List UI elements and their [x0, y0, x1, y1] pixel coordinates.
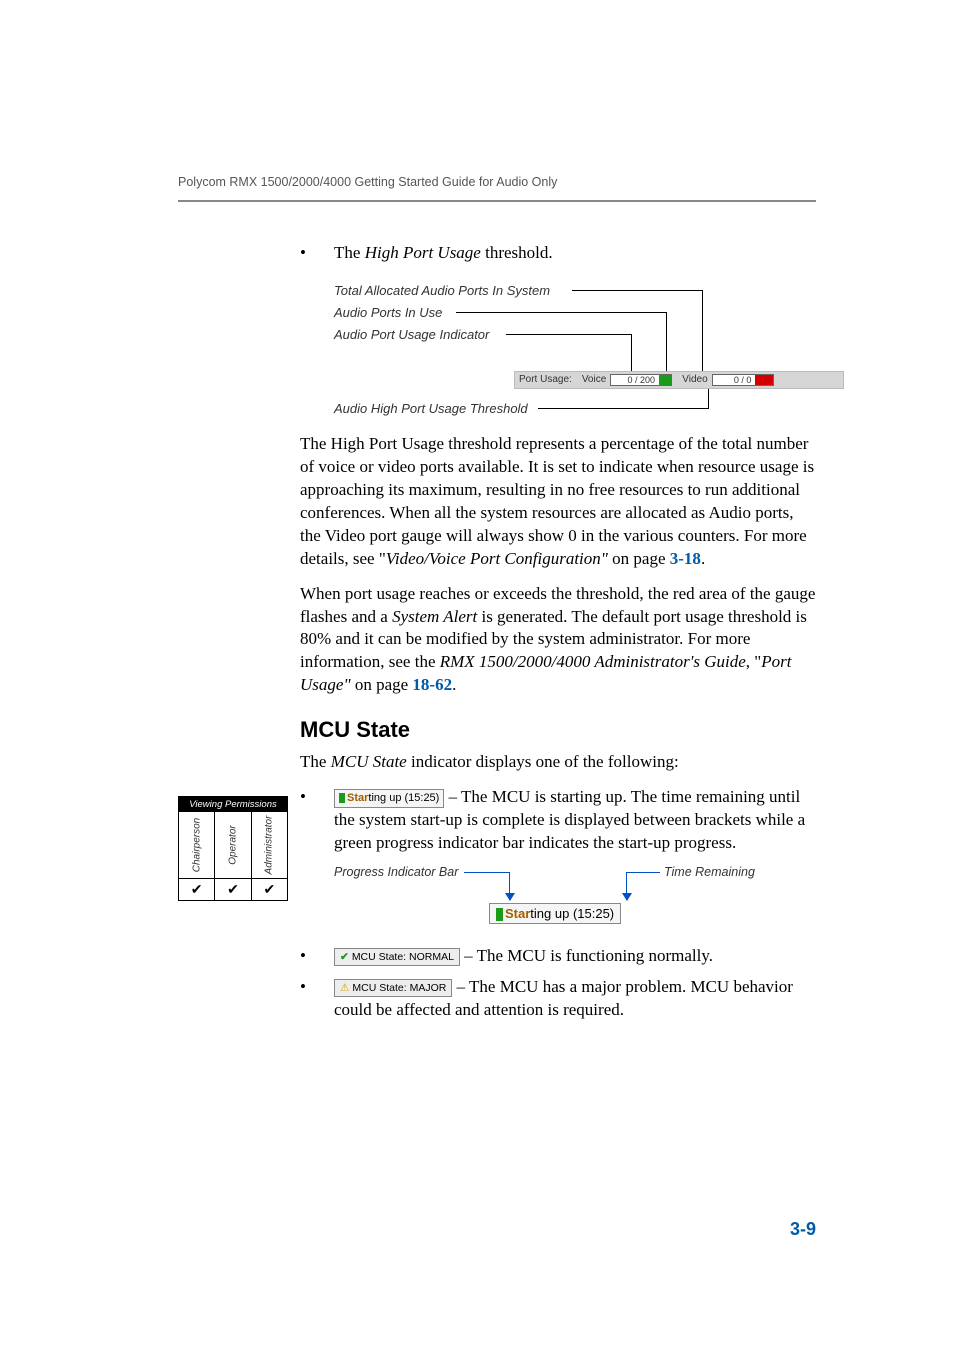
starting-up-badge: Starting up (15:25)	[334, 789, 444, 808]
arrow-icon	[509, 872, 510, 900]
text: ting up (15:25)	[530, 906, 614, 921]
voice-gauge-value: 0 / 200	[628, 375, 656, 385]
bullet-body: ✔MCU State: NORMAL – The MCU is function…	[334, 945, 816, 968]
text-italic: System Alert	[392, 607, 477, 626]
check-icon: ✔	[340, 951, 349, 963]
paragraph-threshold-desc: When port usage reaches or exceeds the t…	[300, 583, 816, 698]
progress-swatch-icon	[339, 793, 345, 803]
bullet-dot: •	[300, 242, 334, 265]
col-label: Operator	[227, 825, 238, 864]
leader-line	[666, 312, 667, 372]
video-gauge-fill	[755, 375, 773, 385]
leader-line	[538, 408, 708, 409]
label-usage-indicator: Audio Port Usage Indicator	[334, 327, 489, 342]
bullet-high-port-usage: • The High Port Usage threshold.	[300, 242, 816, 265]
mcu-intro: The MCU State indicator displays one of …	[300, 751, 816, 774]
viewing-permissions-table: Viewing Permissions Chairperson Operator…	[178, 796, 288, 901]
label-ports-in-use: Audio Ports In Use	[334, 305, 442, 320]
col-label: Chairperson	[191, 818, 202, 872]
xref-link[interactable]: 18-62	[412, 675, 452, 694]
perm-table-cols: Chairperson Operator Administrator	[179, 812, 287, 878]
perm-table-checks: ✔ ✔ ✔	[179, 878, 287, 900]
text-italic: Video/Voice Port Configuration"	[386, 549, 608, 568]
bullet-normal: • ✔MCU State: NORMAL – The MCU is functi…	[300, 945, 816, 968]
arrow-icon	[626, 872, 627, 900]
bullet-dot: •	[300, 976, 334, 1022]
text-italic: High Port Usage	[365, 243, 481, 262]
voice-gauge-fill	[659, 375, 671, 385]
leader-line	[456, 312, 666, 313]
perm-check: ✔	[179, 879, 215, 900]
progress-swatch-icon	[496, 908, 503, 921]
text: on page	[351, 675, 413, 694]
leader-line	[464, 872, 509, 873]
bullet-text: The High Port Usage threshold.	[334, 242, 553, 265]
starting-up-badge-large: Starting up (15:25)	[489, 903, 621, 924]
leader-line	[626, 872, 660, 873]
text-italic: RMX 1500/2000/4000 Administrator's Guide	[440, 652, 746, 671]
voice-gauge: 0 / 200	[610, 374, 672, 386]
port-usage-diagram: Total Allocated Audio Ports In System Au…	[334, 283, 816, 433]
video-label: Video	[672, 374, 707, 385]
video-gauge: 0 / 0	[712, 374, 774, 386]
text: .	[452, 675, 456, 694]
leader-line	[702, 290, 703, 372]
perm-col-chairperson: Chairperson	[179, 812, 215, 878]
label-time-remaining: Time Remaining	[664, 865, 755, 879]
bullet-starting-up: • Starting up (15:25) – The MCU is start…	[300, 786, 816, 855]
text: indicator displays one of the following:	[407, 752, 679, 771]
bullet-body: Starting up (15:25) – The MCU is startin…	[334, 786, 816, 855]
perm-check: ✔	[215, 879, 251, 900]
text: The High Port Usage threshold represents…	[300, 434, 814, 568]
label-high-threshold: Audio High Port Usage Threshold	[334, 401, 528, 416]
perm-col-administrator: Administrator	[252, 812, 287, 878]
text: .	[701, 549, 705, 568]
state-normal-badge: ✔MCU State: NORMAL	[334, 948, 460, 966]
badge-text: MCU State: NORMAL	[352, 951, 454, 963]
perm-col-operator: Operator	[215, 812, 251, 878]
bullet-body: ⚠MCU State: MAJOR – The MCU has a major …	[334, 976, 816, 1022]
content-column: • The High Port Usage threshold. Total A…	[300, 242, 816, 1030]
port-usage-label: Port Usage:	[515, 374, 572, 385]
text: – The MCU is functioning normally.	[460, 946, 713, 965]
text-italic: MCU State	[331, 752, 407, 771]
heading-mcu-state: MCU State	[300, 717, 816, 743]
warning-icon: ⚠	[340, 982, 349, 994]
state-major-badge: ⚠MCU State: MAJOR	[334, 979, 452, 997]
text: on page	[608, 549, 670, 568]
head-rule	[178, 200, 816, 202]
text: , "	[746, 652, 761, 671]
bullet-major: • ⚠MCU State: MAJOR – The MCU has a majo…	[300, 976, 816, 1022]
leader-line	[708, 389, 709, 409]
perm-table-head: Viewing Permissions	[179, 797, 287, 812]
port-usage-bar: Port Usage: Voice 0 / 200 Video 0 / 0	[514, 371, 844, 389]
col-label: Administrator	[264, 816, 275, 875]
leader-line	[506, 334, 631, 335]
bullet-dot: •	[300, 786, 334, 855]
text-bold: Star	[505, 906, 530, 921]
text: The	[334, 243, 365, 262]
bullet-dot: •	[300, 945, 334, 968]
paragraph-hpu-desc: The High Port Usage threshold represents…	[300, 433, 816, 571]
text: The	[300, 752, 331, 771]
perm-check: ✔	[252, 879, 287, 900]
startup-diagram: Progress Indicator Bar Time Remaining St…	[334, 865, 816, 931]
label-progress-indicator: Progress Indicator Bar	[334, 865, 458, 879]
xref-link[interactable]: 3-18	[670, 549, 701, 568]
leader-line	[572, 290, 702, 291]
voice-label: Voice	[572, 374, 606, 385]
leader-line	[631, 334, 632, 372]
label-total-allocated: Total Allocated Audio Ports In System	[334, 283, 550, 298]
badge-text: MCU State: MAJOR	[352, 982, 446, 994]
running-head: Polycom RMX 1500/2000/4000 Getting Start…	[178, 175, 557, 189]
video-gauge-value: 0 / 0	[734, 375, 752, 385]
text: threshold.	[481, 243, 553, 262]
page-number: 3-9	[790, 1219, 816, 1240]
